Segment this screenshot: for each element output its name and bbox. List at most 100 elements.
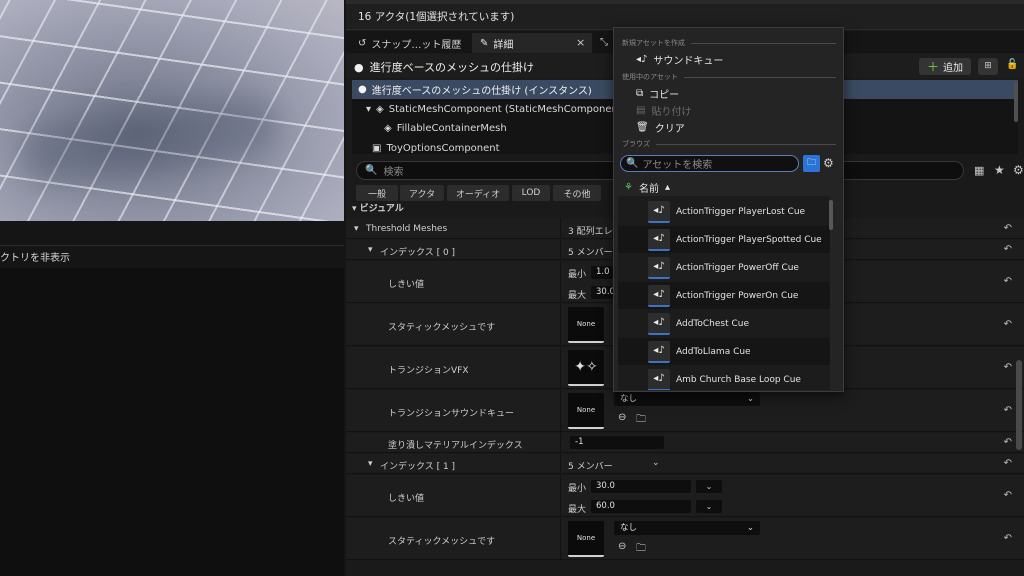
asset-picker-popup: 新規アセットを作成 ◂♪ サウンドキュー 使用中のアセット ⧉ コピー ▤ 貼り… [613,27,844,392]
mesh-thumbnail[interactable]: None [568,307,604,343]
property-row: スタティックメッシュです None なし ⌄ ⊖ 🗀 ↶ [346,518,1024,560]
folder-icon[interactable]: 🗀 [803,155,820,172]
browse-back-icon[interactable]: ⊖ [618,541,626,552]
gear-icon[interactable]: ⚙ [823,156,834,170]
reset-icon[interactable]: ↶ [1004,319,1012,330]
combo-value: なし [620,523,638,533]
object-title: ● 進行度ベースのメッシュの仕掛け [354,59,534,75]
gear-icon[interactable]: ⚙ [1013,163,1024,177]
source-control-icon: ⚘ [624,181,633,193]
reset-icon[interactable]: ↶ [1004,437,1012,448]
property-name: スタティックメッシュです [388,537,496,547]
min-field[interactable]: 1.0 [591,266,613,279]
filter-other[interactable]: その他 [553,185,601,201]
sound-cue-icon: ◂♪ [648,368,670,390]
filter-general[interactable]: 一般 [356,185,398,201]
chevron-down-icon: ⌄ [746,523,754,533]
close-icon[interactable]: × [576,36,585,49]
reset-icon[interactable]: ↶ [1004,458,1012,469]
reset-icon[interactable]: ↶ [1004,362,1012,373]
fill-material-index-field[interactable]: -1 [570,436,664,449]
details-scrollbar[interactable] [1016,360,1022,450]
column-divider [560,454,561,473]
table-view-icon[interactable]: ▦ [974,164,984,177]
asset-row[interactable]: ◂♪ ActionTrigger PowerOff Cue [618,254,830,281]
collapse-arrow-icon[interactable]: ▾ [368,459,373,469]
folder-search-icon[interactable]: 🗀 [636,412,646,429]
collapse-arrow-icon[interactable]: ▾ [368,245,373,255]
section-label: 新規アセットを作成 [622,39,685,47]
tab-details[interactable]: ✎ 詳細 [472,33,592,53]
reset-icon[interactable]: ↶ [1004,533,1012,544]
reset-icon[interactable]: ↶ [1004,223,1012,234]
clear-item[interactable]: 🗑 クリア [636,120,685,135]
min-label: 最小 [568,484,587,494]
sound-thumbnail[interactable]: None [568,393,604,429]
viewport-shadow [17,92,283,188]
asset-row[interactable]: ◂♪ ActionTrigger PlayerSpotted Cue [618,226,830,253]
asset-list-scrollbar[interactable] [829,200,833,230]
filter-actor[interactable]: アクタ [400,185,444,201]
asset-list-header[interactable]: ⚘ 名前 ▴ [618,178,830,196]
collapse-arrow-icon[interactable]: ▾ [354,224,359,234]
min-field[interactable]: 30.0 [591,480,691,493]
asset-row[interactable]: ◂♪ AddToChest Cue [618,310,830,337]
sound-cue-icon: ◂♪ [648,200,670,223]
sound-cue-icon: ◂♪ [648,340,670,363]
create-sound-cue-item[interactable]: ◂♪ サウンドキュー [636,52,723,67]
reset-icon[interactable]: ↶ [1004,490,1012,501]
max-dropdown[interactable]: ⌄ [696,500,722,513]
asset-row[interactable]: ◂♪ Amb Church Base Loop Cue [618,366,830,390]
static-mesh-combo[interactable]: なし ⌄ [614,521,760,535]
blueprint-button[interactable]: ⊞ [978,58,998,75]
browse-back-icon[interactable]: ⊖ [618,412,626,423]
asset-search-input[interactable]: 🔍 アセットを検索 [620,155,799,172]
search-icon: 🔍 [365,165,378,176]
max-field[interactable]: 60.0 [591,500,691,513]
outliner-status-bar: 16 アクタ(1個選択されています) [346,0,1024,30]
array-count: 3 配列エレメント [568,227,612,237]
column-divider [560,261,561,302]
left-lower-panel [0,268,344,576]
min-dropdown[interactable]: ⌄ [696,480,722,493]
vfx-thumbnail[interactable]: ✦✧ [568,350,604,386]
chevron-down-icon[interactable]: ⌄ [652,458,660,468]
reset-icon[interactable]: ↶ [1004,244,1012,255]
hide-directory-label[interactable]: クトリを非表示 [0,249,70,264]
max-field[interactable]: 30.0 [591,286,615,299]
star-icon[interactable]: ★ [994,163,1005,177]
sound-cue-combo[interactable]: なし ⌄ [614,392,760,406]
asset-row[interactable]: ◂♪ ActionTrigger PowerOn Cue [618,282,830,309]
divider [683,76,836,78]
expand-icon[interactable]: ⤡ [600,37,608,48]
tree-scrollbar[interactable] [1014,82,1018,122]
reset-icon[interactable]: ↶ [1004,276,1012,287]
property-name: トランジションVFX [388,366,469,376]
tab-label: 詳細 [493,39,514,51]
level-viewport[interactable] [0,0,344,221]
column-divider [560,433,561,452]
menu-item-label: コピー [649,90,680,101]
collapse-arrow-icon: ▾ [366,104,372,115]
add-component-button[interactable]: ＋ 追加 [919,58,971,75]
sound-cue-icon: ◂♪ [648,228,670,251]
reset-icon[interactable]: ↶ [1004,405,1012,416]
copy-item[interactable]: ⧉ コピー [636,86,679,101]
section-browse: ブラウズ [622,139,836,149]
paste-item[interactable]: ▤ 貼り付け [636,103,691,118]
section-visual[interactable]: ▾ ビジュアル [352,201,612,213]
section-current-asset: 使用中のアセット [622,72,836,82]
folder-search-icon[interactable]: 🗀 [636,541,646,558]
filter-audio[interactable]: オーディオ [447,185,509,201]
mesh-thumbnail[interactable]: None [568,521,604,557]
filter-lod[interactable]: LOD [512,185,550,201]
asset-list: ⚘ 名前 ▴ ◂♪ ActionTrigger PlayerLost Cue ◂♪… [618,178,830,390]
blueprint-icon: ● [354,60,364,74]
divider [656,143,836,145]
cube-icon: ◈ [376,104,384,115]
asset-row[interactable]: ◂♪ AddToLlama Cue [618,338,830,365]
tab-snapshot-history[interactable]: ↺ スナップ…ット履歴 [350,33,469,53]
asset-row[interactable]: ◂♪ ActionTrigger PlayerLost Cue [618,198,830,225]
asset-name: ActionTrigger PlayerSpotted Cue [676,234,822,245]
lock-icon[interactable]: 🔓 [1006,59,1018,70]
